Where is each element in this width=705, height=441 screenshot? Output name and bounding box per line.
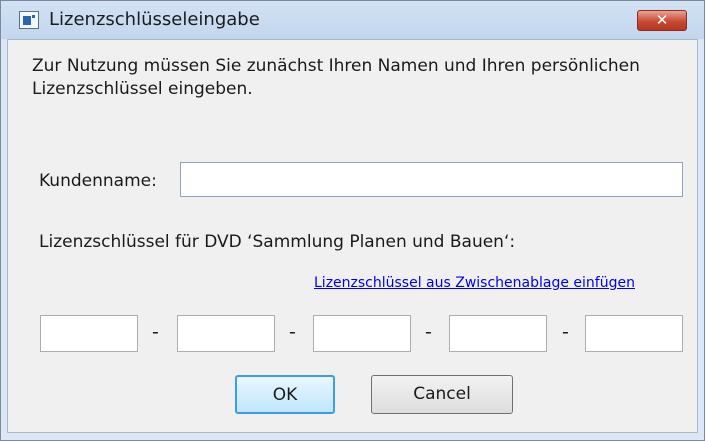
dialog-title: Lizenzschlüsseleingabe bbox=[49, 9, 260, 30]
license-dialog: Lizenzschlüsseleingabe ✕ Zur Nutzung müs… bbox=[0, 0, 705, 441]
license-key-label: Lizenzschlüssel für DVD ‘Sammlung Planen… bbox=[39, 232, 516, 252]
close-button[interactable]: ✕ bbox=[637, 10, 687, 31]
license-key-segment-2[interactable] bbox=[177, 315, 275, 352]
license-key-segment-1[interactable] bbox=[40, 315, 138, 352]
cancel-button[interactable]: Cancel bbox=[371, 375, 513, 414]
segment-separator: - bbox=[152, 321, 159, 343]
license-key-segment-4[interactable] bbox=[449, 315, 547, 352]
segment-separator: - bbox=[562, 321, 569, 343]
customer-name-input[interactable] bbox=[180, 162, 683, 197]
paste-from-clipboard-link[interactable]: Lizenzschlüssel aus Zwischenablage einfü… bbox=[314, 275, 635, 291]
license-key-segment-5[interactable] bbox=[585, 315, 683, 352]
intro-text: Zur Nutzung müssen Sie zunächst Ihren Na… bbox=[32, 56, 640, 99]
license-key-segment-3[interactable] bbox=[313, 315, 411, 352]
dialog-app-icon bbox=[19, 11, 39, 29]
title-bar[interactable]: Lizenzschlüsseleingabe ✕ bbox=[1, 1, 704, 39]
customer-name-label: Kundenname: bbox=[39, 171, 157, 191]
ok-button[interactable]: OK bbox=[235, 375, 335, 414]
segment-separator: - bbox=[289, 321, 296, 343]
segment-separator: - bbox=[425, 321, 432, 343]
